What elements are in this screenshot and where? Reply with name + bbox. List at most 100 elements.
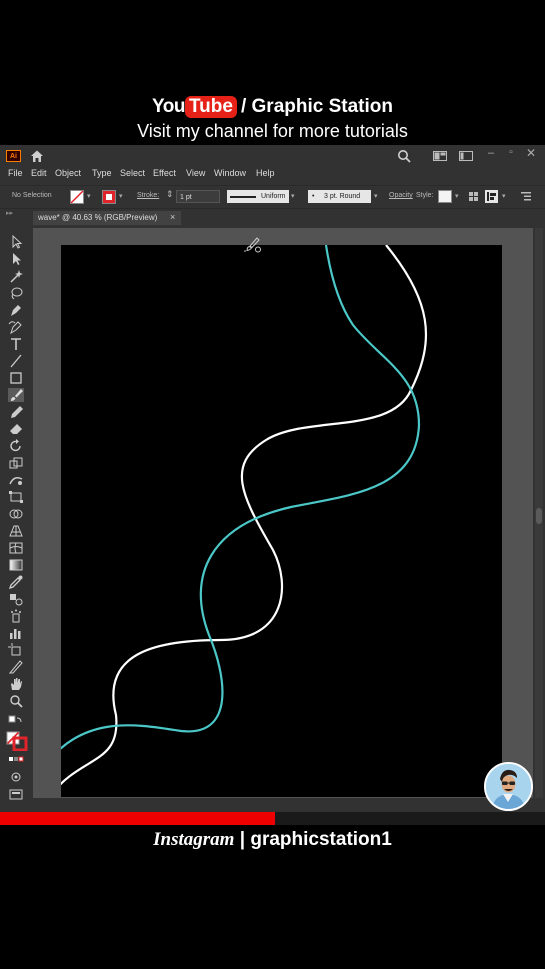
illustrator-logo: Ai (6, 150, 21, 162)
home-icon[interactable] (30, 149, 44, 163)
illustrator-window: Ai – ▫ ✕ File Edit Object Type Select Ef… (0, 145, 545, 825)
arrange-documents-icon[interactable] (433, 151, 447, 161)
menu-view[interactable]: View (186, 168, 205, 178)
lasso-icon[interactable] (8, 286, 24, 300)
avatar-illustration (486, 764, 531, 809)
fill-swatch-icon[interactable] (70, 190, 84, 204)
artboard-tool-icon[interactable] (8, 643, 24, 657)
document-tab[interactable]: wave* @ 40.63 % (RGB/Preview) × (33, 211, 181, 225)
panel-grip-icon[interactable]: ▸▸ (6, 209, 18, 217)
chevron-down-icon[interactable]: ▾ (455, 192, 459, 200)
pen-tool-icon[interactable] (8, 303, 24, 317)
artboard[interactable] (61, 245, 502, 797)
gradient-tool-icon[interactable] (8, 558, 24, 572)
default-fill-stroke-icon[interactable] (8, 715, 24, 729)
stroke-weight-field[interactable]: 1 pt (176, 190, 220, 203)
symbol-sprayer-icon[interactable] (8, 609, 24, 623)
color-mode-icon[interactable] (8, 753, 24, 767)
maximize-button[interactable]: ▫ (504, 147, 518, 161)
brush-definition-field[interactable]: • 3 pt. Round (308, 190, 371, 203)
white-wave-path[interactable] (61, 245, 428, 795)
menu-edit[interactable]: Edit (31, 168, 47, 178)
stroke-swatch-icon[interactable] (102, 190, 116, 204)
puppet-warp-icon[interactable] (8, 473, 24, 487)
fill-stroke-swatch-icon[interactable] (6, 731, 28, 751)
brush-label: 3 pt. Round (324, 193, 361, 200)
menu-file[interactable]: File (8, 168, 23, 178)
shape-builder-icon[interactable] (8, 507, 24, 521)
chevron-down-icon[interactable]: ▾ (502, 192, 506, 200)
panel-menu-icon[interactable] (521, 192, 531, 201)
zoom-tool-icon[interactable] (8, 694, 24, 708)
cyan-wave-path[interactable] (61, 245, 421, 770)
tools-panel (3, 231, 29, 801)
slice-tool-icon[interactable] (8, 660, 24, 674)
instagram-banner: Instagram | graphicstation1 (0, 829, 545, 857)
chevron-down-icon[interactable]: ▾ (87, 192, 91, 200)
line-tool-icon[interactable] (8, 354, 24, 368)
channel-subtitle: Visit my channel for more tutorials (137, 121, 408, 141)
eyedropper-icon[interactable] (8, 575, 24, 589)
minimize-button[interactable]: – (484, 147, 498, 161)
drawing-mode-icon[interactable] (8, 770, 24, 784)
curvature-tool-icon[interactable] (8, 320, 24, 334)
video-progress-bar[interactable] (0, 812, 545, 825)
menu-select[interactable]: Select (120, 168, 145, 178)
rectangle-tool-icon[interactable] (8, 371, 24, 385)
free-transform-icon[interactable] (8, 490, 24, 504)
chevron-down-icon[interactable]: ▾ (374, 192, 378, 200)
video-progress-fill (0, 812, 276, 825)
screen-mode-icon[interactable] (8, 787, 24, 801)
instagram-handle: graphicstation1 (250, 829, 392, 850)
vertical-scrollbar[interactable] (535, 228, 543, 798)
chevron-down-icon[interactable]: ▾ (291, 192, 295, 200)
blend-tool-icon[interactable] (8, 592, 24, 606)
menu-effect[interactable]: Effect (153, 168, 176, 178)
title-bar: Ai – ▫ ✕ (0, 145, 545, 167)
variable-width-profile[interactable]: Uniform (227, 190, 289, 203)
graphic-style-swatch[interactable] (438, 190, 452, 203)
youtube-logo-you: You (152, 96, 185, 117)
perspective-grid-icon[interactable] (8, 524, 24, 538)
chevron-down-icon[interactable]: ▾ (119, 192, 123, 200)
menu-help[interactable]: Help (256, 168, 275, 178)
brush-dot-icon: • (312, 193, 315, 200)
instagram-separator: | (239, 829, 246, 850)
artboard-artwork (61, 245, 428, 795)
column-graph-icon[interactable] (8, 626, 24, 640)
document-tab-label: wave* @ 40.63 % (RGB/Preview) (38, 213, 158, 222)
stroke-stepper-icon[interactable]: ⇕ (166, 189, 174, 200)
menu-window[interactable]: Window (214, 168, 246, 178)
scrollbar-thumb[interactable] (536, 508, 542, 524)
paintbrush-tool-icon[interactable] (8, 388, 24, 402)
style-label: Style: (416, 192, 434, 199)
document-setup-icon[interactable] (468, 191, 479, 202)
youtube-channel-banner: You Tube / Graphic Station (0, 96, 545, 122)
pencil-tool-icon[interactable] (8, 405, 24, 419)
mesh-tool-icon[interactable] (8, 541, 24, 555)
youtube-logo-tube: Tube (184, 96, 237, 118)
menu-type[interactable]: Type (92, 168, 112, 178)
type-tool-icon[interactable] (8, 337, 24, 351)
profile-label: Uniform (261, 193, 286, 200)
close-window-button[interactable]: ✕ (524, 146, 538, 160)
align-icon[interactable] (485, 190, 498, 203)
search-icon[interactable] (397, 149, 411, 163)
direct-selection-tool-icon[interactable] (8, 252, 24, 266)
scale-tool-icon[interactable] (8, 456, 24, 470)
close-tab-button[interactable]: × (170, 212, 175, 222)
channel-name: / Graphic Station (240, 96, 393, 117)
opacity-label[interactable]: Opacity (389, 192, 413, 199)
magic-wand-icon[interactable] (8, 269, 24, 283)
selection-tool-icon[interactable] (8, 235, 24, 249)
document-tab-bar: wave* @ 40.63 % (RGB/Preview) × (33, 211, 545, 225)
control-bar: No Selection ▾ ▾ Stroke: ⇕ 1 pt Uniform … (0, 185, 545, 209)
eraser-tool-icon[interactable] (8, 422, 24, 436)
hand-tool-icon[interactable] (8, 677, 24, 691)
canvas-area[interactable] (33, 228, 533, 798)
rotate-tool-icon[interactable] (8, 439, 24, 453)
workspace-switcher-icon[interactable] (459, 151, 473, 161)
menu-bar: File Edit Object Type Select Effect View… (0, 167, 545, 182)
menu-object[interactable]: Object (55, 168, 81, 178)
stroke-label[interactable]: Stroke: (137, 192, 159, 199)
